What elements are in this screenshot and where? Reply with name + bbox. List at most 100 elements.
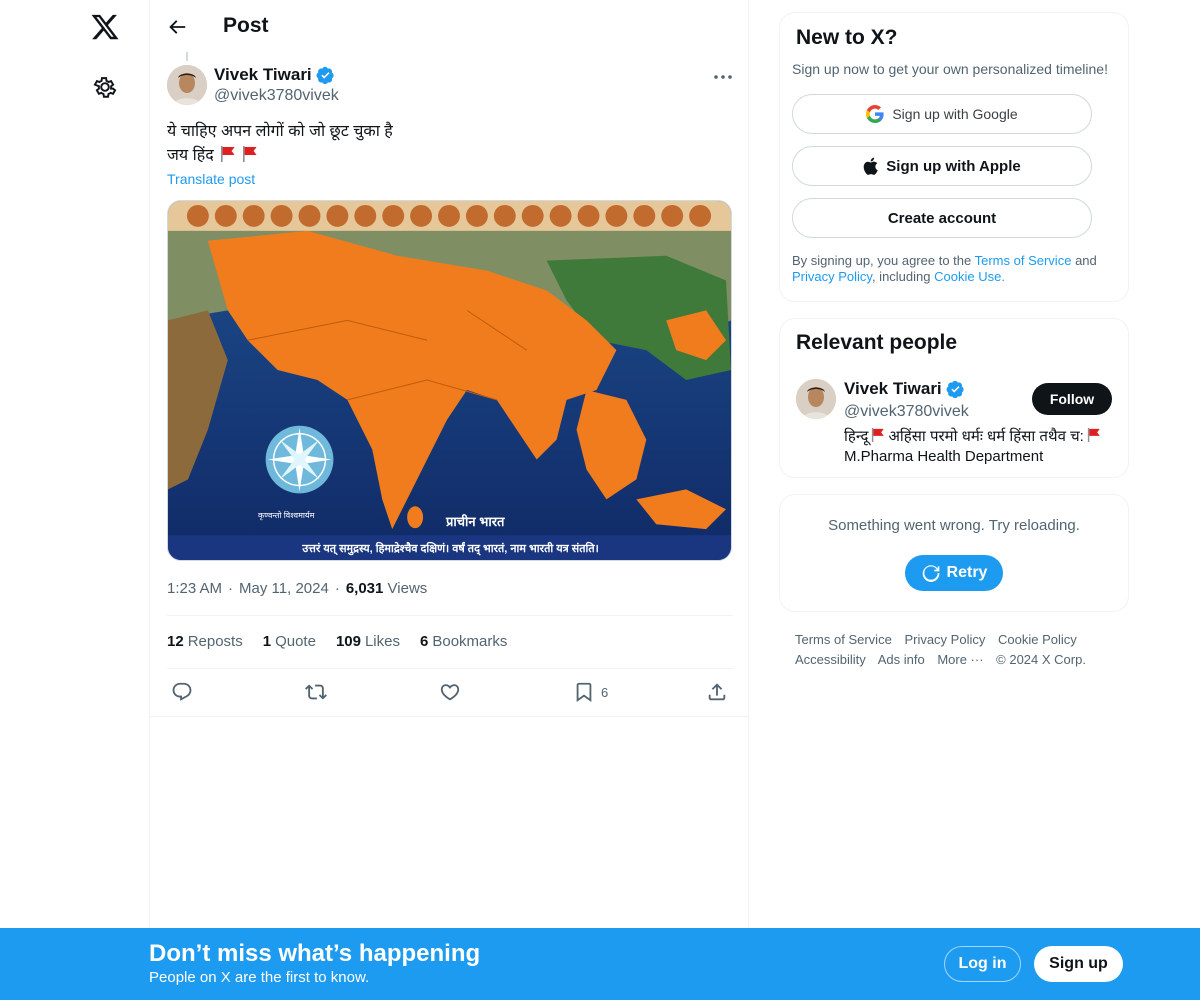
bio-line1: हिन्दू अहिंसा परमो धर्मः धर्म हिंसा तथैव … bbox=[844, 427, 1114, 447]
quotes-stat[interactable]: 1 Quote bbox=[263, 633, 316, 650]
media-caption-bottom: उत्तरं यत् समुद्रस्य, हिमाद्रेश्चैव दक्ष… bbox=[302, 543, 599, 555]
footer-link[interactable]: Ads info bbox=[878, 652, 925, 667]
saffron-flag-icon bbox=[242, 145, 258, 163]
saffron-flag-icon bbox=[220, 145, 236, 163]
translate-post-link[interactable]: Translate post bbox=[167, 171, 255, 187]
signup-apple-button[interactable]: Sign up with Apple bbox=[792, 146, 1092, 186]
post-date[interactable]: May 11, 2024 bbox=[239, 580, 329, 597]
banner-title: Don’t miss what’s happening bbox=[149, 940, 481, 967]
google-icon bbox=[866, 105, 884, 123]
left-nav bbox=[0, 0, 150, 928]
gear-icon[interactable] bbox=[92, 74, 118, 100]
verified-badge-icon bbox=[316, 66, 335, 85]
google-label: Sign up with Google bbox=[892, 106, 1018, 122]
footer-row-2: Accessibility Ads info More ··· © 2024 X… bbox=[795, 650, 1125, 670]
x-logo-icon[interactable] bbox=[90, 12, 120, 42]
footer-link[interactable]: More ··· bbox=[937, 652, 983, 667]
saffron-flag-icon bbox=[1087, 427, 1101, 443]
bookmarks-stat[interactable]: 6 Bookmarks bbox=[420, 633, 507, 650]
person-name-text[interactable]: Vivek Tiwari bbox=[844, 379, 942, 399]
thread-line bbox=[186, 52, 188, 61]
likes-label: Likes bbox=[364, 633, 400, 650]
bookmark-button[interactable]: 6 bbox=[573, 679, 608, 705]
error-card: Something went wrong. Try reloading. Ret… bbox=[779, 494, 1129, 612]
login-button[interactable]: Log in bbox=[944, 946, 1021, 982]
main-column: Post Vivek Tiwari @vivek3780vivek ये चाह… bbox=[149, 0, 749, 928]
apple-label: Sign up with Apple bbox=[886, 157, 1021, 175]
media-caption-compass: कृण्वन्तो विश्वमार्यम bbox=[258, 511, 315, 520]
divider bbox=[167, 668, 733, 669]
footer-link[interactable]: Privacy Policy bbox=[904, 632, 985, 647]
privacy-link[interactable]: Privacy Policy bbox=[792, 269, 872, 284]
bottom-banner: Don’t miss what’s happening People on X … bbox=[0, 928, 1200, 1000]
like-button[interactable] bbox=[439, 679, 461, 705]
post-stats: 12 Reposts 1 Quote 109 Likes 6 Bookmarks bbox=[167, 633, 507, 650]
author-name-text[interactable]: Vivek Tiwari bbox=[214, 65, 312, 85]
post-time[interactable]: 1:23 AM bbox=[167, 580, 222, 597]
post-meta: 1:23 AM · May 11, 2024 · 6,031 Views bbox=[167, 580, 427, 597]
more-options-icon[interactable] bbox=[712, 70, 734, 82]
repost-button[interactable] bbox=[305, 679, 327, 705]
person-bio: हिन्दू अहिंसा परमो धर्मः धर्म हिंसा तथैव … bbox=[844, 427, 1114, 467]
author-handle[interactable]: @vivek3780vivek bbox=[214, 87, 339, 105]
legal-including: , including bbox=[871, 269, 931, 284]
legal-prefix: By signing up, you agree to the bbox=[792, 253, 972, 268]
bookmark-count: 6 bbox=[601, 684, 609, 700]
signup-button[interactable]: Sign up bbox=[1034, 946, 1123, 982]
avatar[interactable] bbox=[167, 65, 207, 105]
saffron-flag-icon bbox=[871, 427, 885, 443]
author-name[interactable]: Vivek Tiwari bbox=[214, 65, 335, 85]
quotes-count: 1 bbox=[262, 633, 272, 650]
bookmarks-count: 6 bbox=[420, 633, 429, 650]
signup-subtitle: Sign up now to get your own personalized… bbox=[792, 61, 1108, 77]
post-header: Post bbox=[150, 0, 750, 54]
signup-title: New to X? bbox=[796, 26, 898, 49]
terms-link[interactable]: Terms of Service bbox=[975, 253, 1072, 268]
post-text: ये चाहिए अपन लोगों को जो छूट चुका है जय … bbox=[167, 120, 393, 168]
heart-icon bbox=[440, 684, 460, 701]
cookie-link[interactable]: Cookie Use. bbox=[934, 269, 1005, 284]
share-icon bbox=[708, 683, 726, 701]
legal-and: and bbox=[1075, 253, 1097, 268]
meta-separator: · bbox=[228, 580, 234, 597]
quotes-label: Quote bbox=[275, 633, 316, 650]
share-button[interactable] bbox=[706, 679, 728, 705]
likes-stat[interactable]: 109 Likes bbox=[336, 633, 400, 650]
reposts-label: Reposts bbox=[187, 633, 243, 650]
footer-link[interactable]: Cookie Policy bbox=[998, 632, 1077, 647]
post-text-line2-row: जय हिंद bbox=[167, 144, 393, 168]
retry-button[interactable]: Retry bbox=[905, 555, 1003, 591]
page-title: Post bbox=[223, 14, 269, 37]
person-name[interactable]: Vivek Tiwari bbox=[844, 379, 965, 399]
media-caption-center: प्राचीन भारत bbox=[446, 514, 505, 529]
reply-button[interactable] bbox=[171, 679, 193, 705]
footer-links: Terms of Service Privacy Policy Cookie P… bbox=[795, 630, 1125, 670]
create-account-button[interactable]: Create account bbox=[792, 198, 1092, 238]
views-label: Views bbox=[387, 580, 428, 597]
post-media-image[interactable]: प्राचीन भारत कृण्वन्तो विश्वमार्यम उत्तर… bbox=[167, 200, 732, 561]
signup-google-button[interactable]: Sign up with Google bbox=[792, 94, 1092, 134]
views-count: 6,031 bbox=[345, 580, 384, 597]
retry-label: Retry bbox=[946, 564, 988, 581]
reply-icon bbox=[172, 682, 192, 701]
post-text-line1: ये चाहिए अपन लोगों को जो छूट चुका है bbox=[167, 123, 393, 140]
avatar[interactable] bbox=[796, 379, 836, 419]
signup-card: New to X? Sign up now to get your own pe… bbox=[779, 12, 1129, 302]
apple-icon bbox=[863, 157, 878, 175]
bio-line2: M.Pharma Health Department bbox=[844, 448, 1044, 465]
create-account-label: Create account bbox=[887, 209, 997, 227]
reposts-stat[interactable]: 12 Reposts bbox=[167, 633, 243, 650]
person-handle[interactable]: @vivek3780vivek bbox=[844, 403, 969, 421]
relevant-people-card: Relevant people Vivek Tiwari @vivek3780v… bbox=[779, 318, 1129, 478]
footer-row-1: Terms of Service Privacy Policy Cookie P… bbox=[795, 630, 1125, 650]
bio-part2: अहिंसा परमो धर्मः धर्म हिंसा तथैव च: bbox=[888, 428, 1084, 445]
follow-button[interactable]: Follow bbox=[1032, 383, 1112, 415]
copyright: © 2024 X Corp. bbox=[996, 652, 1086, 667]
footer-link[interactable]: Terms of Service bbox=[795, 632, 892, 647]
banner-subtitle: People on X are the first to know. bbox=[149, 969, 370, 986]
bookmarks-label: Bookmarks bbox=[432, 633, 508, 650]
post-text-line2: जय हिंद bbox=[167, 147, 214, 164]
repost-icon bbox=[305, 684, 327, 700]
back-arrow-icon[interactable] bbox=[166, 16, 188, 38]
footer-link[interactable]: Accessibility bbox=[795, 652, 866, 667]
